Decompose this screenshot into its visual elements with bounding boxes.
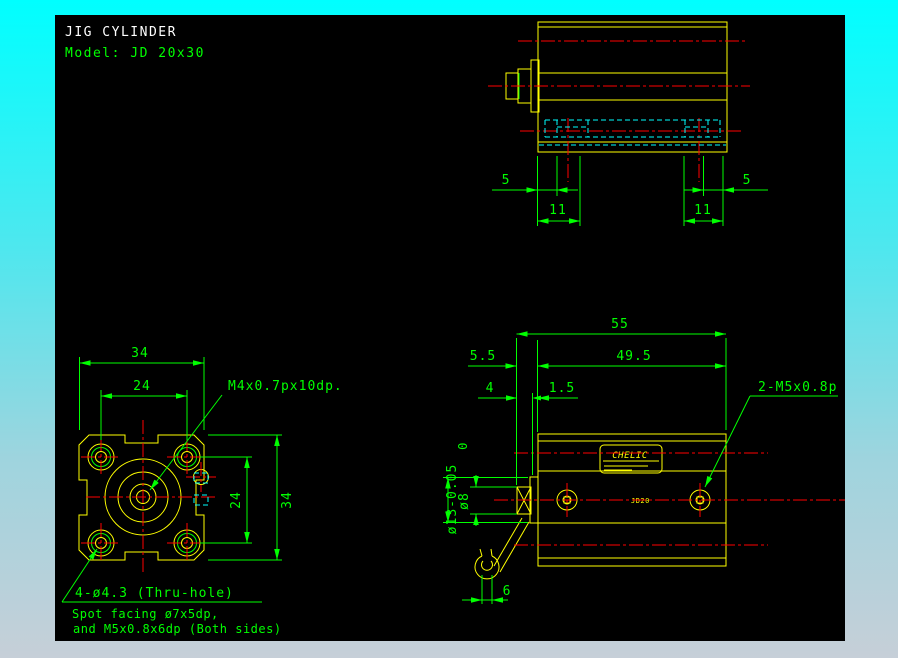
- wrench-flat-label: 6: [503, 584, 512, 599]
- dim-bolt-width-label: 24: [133, 379, 151, 394]
- dim-total-length-label: 55: [611, 317, 629, 332]
- top-view: 5 5 11 11: [488, 21, 768, 226]
- front-view: 34 24 24 34 M4x0.7px10dp. 4-ø4.3 (Thru-h…: [61, 346, 343, 636]
- cad-drawing: JIG CYLINDER Model: JD 20x30 5 5 11 11 3…: [61, 21, 845, 636]
- dim-plate-label: 1.5: [549, 381, 575, 396]
- rod-dia-label: ø8: [457, 492, 472, 510]
- top-view-hidden-lines: [539, 119, 726, 146]
- dim-body-length-label: 49.5: [616, 349, 651, 364]
- top-view-dimensions: 5 5 11 11: [492, 156, 768, 226]
- side-view: CHELIC JD20 55 5.5 49.5 4 1.5 ø13-0.05 0…: [443, 317, 845, 604]
- dim-right-pitch-label: 11: [694, 203, 712, 218]
- wrench-symbol: [474, 517, 530, 580]
- top-view-centerlines: [488, 40, 750, 182]
- spot-facing-note2-label: and M5x0.8x6dp (Both sides): [73, 622, 282, 636]
- drawing-canvas: JIG CYLINDER Model: JD 20x30 5 5 11 11 3…: [55, 15, 845, 641]
- drawing-model: Model: JD 20x30: [65, 46, 205, 61]
- chelic-label-plate: CHELIC: [599, 444, 663, 474]
- side-view-centerlines: [494, 452, 845, 546]
- thread-note-label: M4x0.7px10dp.: [228, 379, 343, 394]
- dim-left-pitch-label: 11: [549, 203, 567, 218]
- body-marking-label: JD20: [631, 497, 650, 505]
- dim-bolt-height-label: 24: [229, 491, 244, 509]
- dim-rod-end-label: 4: [486, 381, 495, 396]
- thru-hole-note-label: 4-ø4.3 (Thru-hole): [75, 586, 234, 601]
- spot-facing-note-label: Spot facing ø7x5dp,: [72, 607, 219, 621]
- title-block: JIG CYLINDER Model: JD 20x30: [65, 25, 205, 61]
- port-note-label: 2-M5x0.8p: [758, 380, 837, 395]
- dim-width-label: 34: [131, 346, 149, 361]
- front-view-dimensions: 34 24 24 34 M4x0.7px10dp. 4-ø4.3 (Thru-h…: [61, 346, 343, 636]
- dim-left-offset-label: 5: [502, 173, 511, 188]
- dim-right-offset-label: 5: [743, 173, 752, 188]
- dim-rod-offset-label: 5.5: [470, 349, 496, 364]
- rod-boss-dia-tol-label: 0: [456, 442, 470, 450]
- drawing-title: JIG CYLINDER: [65, 25, 177, 40]
- dim-height-label: 34: [280, 491, 295, 509]
- cad-viewport: JIG CYLINDER Model: JD 20x30 5 5 11 11 3…: [0, 0, 898, 658]
